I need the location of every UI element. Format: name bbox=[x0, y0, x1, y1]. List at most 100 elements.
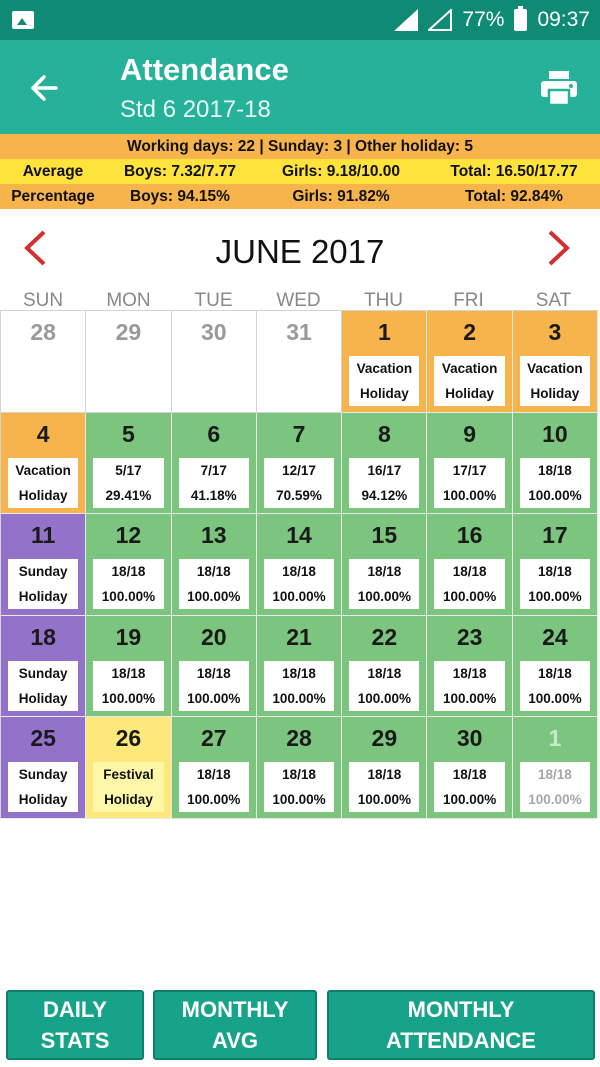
calendar-day-cell[interactable]: 1 18/18 100.00% bbox=[512, 717, 599, 819]
day-number: 2 bbox=[463, 319, 477, 345]
calendar-day-cell[interactable]: 21 18/18 100.00% bbox=[256, 615, 343, 718]
calendar-day-cell[interactable]: 4 Vacation Holiday bbox=[1, 412, 87, 515]
calendar-day-cell[interactable]: 16 18/18 100.00% bbox=[427, 514, 513, 616]
day-number: 1 bbox=[377, 319, 391, 345]
button-label-line: STATS bbox=[40, 1028, 110, 1053]
monthly-attendance-button[interactable]: MONTHLY ATTENDANCE bbox=[327, 990, 595, 1060]
day-info: Vacation Holiday bbox=[349, 356, 420, 406]
calendar-day-cell[interactable]: 14 18/18 100.00% bbox=[256, 514, 343, 616]
day-number: 30 bbox=[200, 319, 227, 345]
day-number: 19 bbox=[115, 623, 142, 650]
calendar-day-cell[interactable]: 29 bbox=[86, 311, 172, 413]
calendar-day-cell[interactable]: 10 18/18 100.00% bbox=[512, 412, 599, 515]
daily-stats-button[interactable]: DAILY STATS bbox=[6, 990, 144, 1060]
day-info: 18/18 100.00% bbox=[178, 559, 249, 610]
calendar-day-cell[interactable]: 20 18/18 100.00% bbox=[171, 615, 257, 718]
day-info-line: 18/18 bbox=[282, 767, 316, 783]
calendar-day-cell[interactable]: 12 18/18 100.00% bbox=[86, 514, 172, 616]
calendar-day-cell[interactable]: 28 bbox=[1, 311, 87, 413]
calendar-day-cell[interactable]: 31 bbox=[256, 311, 343, 413]
day-number: 31 bbox=[286, 319, 312, 345]
day-info: Sunday Holiday bbox=[8, 559, 79, 610]
day-info: 18/18 100.00% bbox=[178, 660, 249, 711]
calendar-day-cell[interactable]: 5 5/17 29.41% bbox=[86, 412, 172, 515]
day-info-line: 94.12% bbox=[361, 487, 408, 503]
weekday-label: THU bbox=[363, 290, 404, 311]
average-boys: Boys: 7.32/7.77 bbox=[123, 162, 236, 180]
day-number: 6 bbox=[207, 420, 221, 447]
day-info-line: 100.00% bbox=[528, 690, 582, 706]
calendar-day-cell[interactable]: 9 17/17 100.00% bbox=[427, 412, 513, 515]
calendar-day-cell[interactable]: 3 Vacation Holiday bbox=[512, 311, 599, 413]
calendar-day-cell[interactable]: 26 Festival Holiday bbox=[86, 717, 172, 819]
day-info-line: Holiday bbox=[530, 386, 580, 401]
day-info: 18/18 100.00% bbox=[434, 762, 505, 813]
day-info: Sunday Holiday bbox=[8, 660, 79, 711]
calendar-day-cell[interactable]: 30 18/18 100.00% bbox=[427, 717, 513, 819]
day-info-line: 29.41% bbox=[105, 487, 152, 503]
day-info-line: 100.00% bbox=[357, 792, 411, 808]
day-info-line: Festival bbox=[103, 767, 154, 783]
calendar-day-cell[interactable]: 29 18/18 100.00% bbox=[342, 717, 428, 819]
calendar-day-cell[interactable]: 13 18/18 100.00% bbox=[171, 514, 257, 616]
day-number: 28 bbox=[286, 725, 312, 752]
calendar-day-cell[interactable]: 11 Sunday Holiday bbox=[1, 514, 87, 616]
calendar-day-cell[interactable]: 22 18/18 100.00% bbox=[342, 615, 428, 718]
day-number: 24 bbox=[542, 623, 568, 650]
day-info: Vacation Holiday bbox=[8, 457, 79, 508]
day-info-line: 100.00% bbox=[442, 589, 497, 605]
calendar-day-cell[interactable]: 28 18/18 100.00% bbox=[256, 717, 343, 819]
calendar-day-cell[interactable]: 23 18/18 100.00% bbox=[427, 615, 513, 718]
day-info-line: 5/17 bbox=[115, 462, 142, 478]
day-info-line: 100.00% bbox=[272, 690, 326, 706]
day-number: 7 bbox=[292, 420, 306, 447]
day-info: 18/18 100.00% bbox=[349, 559, 420, 610]
day-info-line: 18/18 bbox=[282, 665, 316, 681]
day-info-line: Sunday bbox=[18, 564, 68, 580]
calendar-day-cell[interactable]: 17 18/18 100.00% bbox=[512, 514, 599, 616]
calendar-day-cell[interactable]: 30 bbox=[171, 311, 257, 413]
day-info-line: 18/18 bbox=[538, 665, 572, 681]
calendar-day-cell[interactable]: 27 18/18 100.00% bbox=[171, 717, 257, 819]
day-info-line: 100.00% bbox=[272, 792, 326, 808]
day-info-line: Sunday bbox=[18, 665, 68, 681]
calendar-day-cell[interactable]: 19 18/18 100.00% bbox=[86, 615, 172, 718]
monthly-avg-button[interactable]: MONTHLY AVG bbox=[153, 990, 317, 1060]
day-info-line: 100.00% bbox=[528, 792, 582, 808]
day-number: 30 bbox=[456, 725, 483, 752]
day-info-line: 18/18 bbox=[538, 767, 572, 783]
day-number: 25 bbox=[30, 725, 56, 752]
clock: 09:37 bbox=[537, 8, 590, 31]
day-info-line: Holiday bbox=[18, 487, 68, 503]
day-info-line: 18/18 bbox=[196, 564, 231, 580]
calendar-day-cell[interactable]: 6 7/17 41.18% bbox=[171, 412, 257, 515]
calendar-day-cell[interactable]: 2 Vacation Holiday bbox=[427, 311, 513, 413]
day-number: 16 bbox=[456, 522, 483, 549]
button-label-line: MONTHLY bbox=[407, 997, 515, 1022]
back-arrow-icon[interactable] bbox=[26, 68, 66, 108]
day-info-line: 18/18 bbox=[367, 767, 402, 783]
calendar-day-cell[interactable]: 7 12/17 70.59% bbox=[256, 412, 343, 515]
day-info-line: 18/18 bbox=[538, 462, 572, 478]
calendar-day-cell[interactable]: 24 18/18 100.00% bbox=[512, 615, 599, 718]
print-icon[interactable] bbox=[540, 70, 578, 106]
day-info-line: Holiday bbox=[18, 792, 68, 808]
calendar-day-cell[interactable]: 25 Sunday Holiday bbox=[1, 717, 87, 819]
working-days-summary: Working days: 22 | Sunday: 3 | Other hol… bbox=[126, 137, 474, 155]
calendar-day-cell[interactable]: 18 Sunday Holiday bbox=[1, 615, 87, 718]
day-info-line: 18/18 bbox=[452, 767, 487, 783]
day-info: 18/18 100.00% bbox=[349, 660, 420, 711]
day-number: 17 bbox=[542, 522, 568, 549]
day-info-line: 18/18 bbox=[111, 665, 146, 681]
calendar-day-cell[interactable]: 15 18/18 100.00% bbox=[342, 514, 428, 616]
day-info-line: 100.00% bbox=[442, 690, 497, 706]
button-label-line: MONTHLY bbox=[181, 997, 289, 1022]
day-info-line: 100.00% bbox=[357, 690, 411, 706]
day-info-line: Vacation bbox=[441, 361, 498, 376]
day-number: 27 bbox=[200, 725, 227, 752]
calendar-day-cell[interactable]: 8 16/17 94.12% bbox=[342, 412, 428, 515]
percentage-label: Percentage bbox=[11, 187, 95, 205]
next-month-chevron-icon[interactable] bbox=[546, 229, 572, 267]
day-info-line: Vacation bbox=[356, 361, 413, 376]
calendar-day-cell[interactable]: 1 Vacation Holiday bbox=[342, 311, 428, 413]
